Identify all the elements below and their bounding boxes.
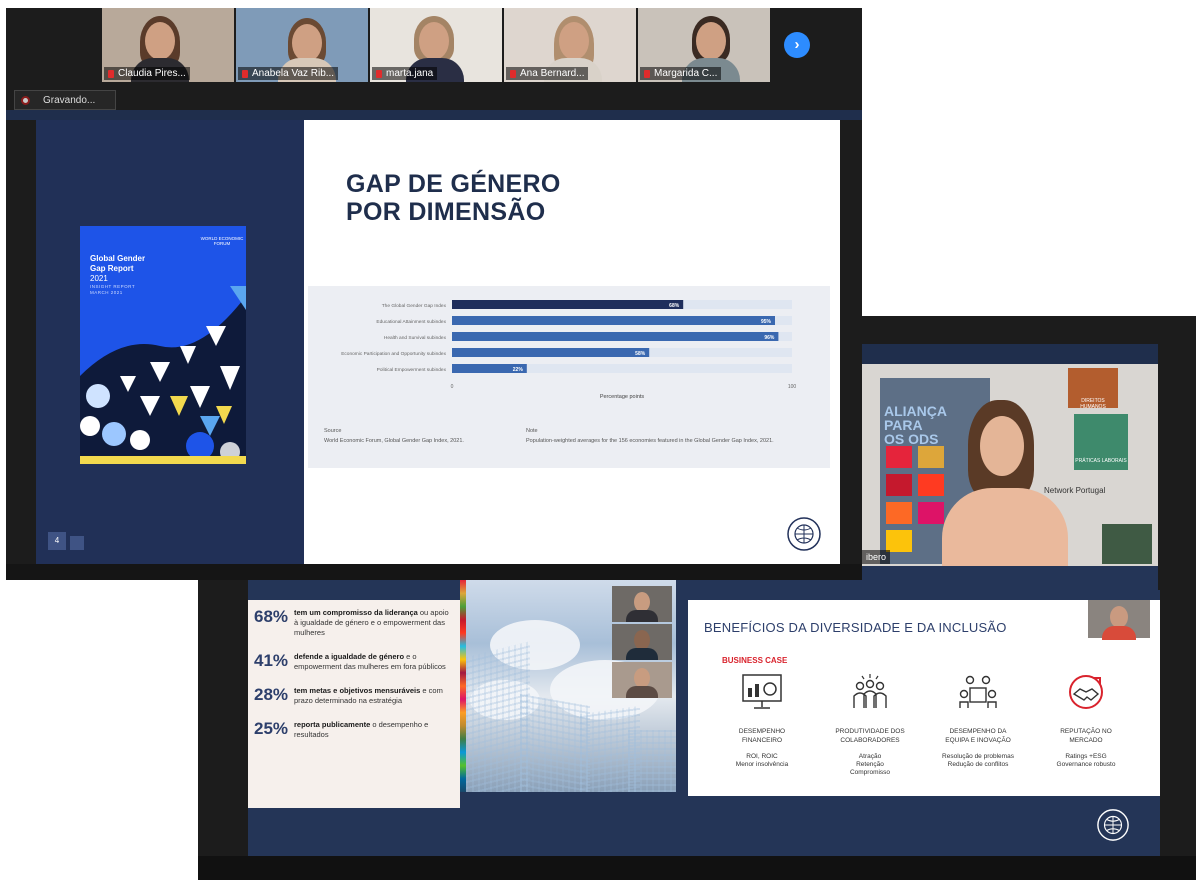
un-global-compact-logo <box>1097 809 1129 841</box>
participant-thumbnail[interactable] <box>1088 600 1150 640</box>
speaker-name-tag: ibero <box>862 550 891 564</box>
video-footer-band <box>858 566 1158 590</box>
wall-sign: PRÁTICAS LABORAIS <box>1074 414 1128 470</box>
data-label: 68% <box>669 303 680 309</box>
x-tick-label: 100 <box>788 384 797 390</box>
window-bottom-bar <box>198 856 1196 880</box>
page-number: 4 <box>48 532 66 550</box>
next-participants-button[interactable]: › <box>784 32 810 58</box>
source-text: World Economic Forum, Global Gender Gap … <box>324 438 464 444</box>
benefit-financial: DESEMPENHO FINANCEIRO ROI, ROIC Menor inso… <box>716 672 808 769</box>
participant-name: marta.jana <box>372 67 438 80</box>
participant-tile[interactable]: Claudia Pires... <box>102 8 234 82</box>
chart-svg: The Global Gender Gap Index 68% Educationa… <box>341 300 797 400</box>
bar <box>452 332 779 341</box>
benefit-team-innovation: DESEMPENHO DA EQUIPA E INOVAÇÃO Resolução… <box>932 672 1024 769</box>
participant-tile[interactable]: Margarida C... <box>638 8 770 82</box>
gender-gap-chart: The Global Gender Gap Index 68% Educationa… <box>308 286 830 468</box>
benefits-slide: BENEFÍCIOS DA DIVERSIDADE E DA INCLUSÃO … <box>688 600 1160 796</box>
recording-label: Gravando... <box>43 95 96 106</box>
stats-panel: 68% tem um compromisso da liderança ou a… <box>248 600 460 808</box>
business-case-label: BUSINESS CASE <box>722 656 788 665</box>
data-label: 95% <box>761 319 772 325</box>
participant-strip: Claudia Pires... Anabela Vaz Rib... mart… <box>102 8 802 82</box>
stat-description: defende a igualdade de género e o empowe… <box>294 652 446 671</box>
stat-item: 25% reporta publicamente o desempenho e … <box>254 720 454 740</box>
report-cover: WORLD ECONOMIC FORUM Global Gender Gap R… <box>80 226 246 464</box>
cover-pattern-graphic <box>80 286 246 464</box>
window-bottom-bar <box>6 564 862 580</box>
stat-percentage: 41% <box>254 651 289 670</box>
benefit-productivity: PRODUTIVIDADE DOS COLABORADORES Atração Re… <box>824 672 916 777</box>
data-label: 96% <box>764 335 775 341</box>
page-indicator <box>70 536 84 550</box>
note-label: Note <box>526 428 538 434</box>
un-global-compact-logo <box>787 517 821 551</box>
stat-percentage: 68% <box>254 607 289 626</box>
speaker-video-window: ALIANÇA PARA OS ODS DIREITOS HUMANOS PRÁ… <box>858 316 1196 590</box>
participant-name: Margarida C... <box>640 67 722 80</box>
benefits-title: BENEFÍCIOS DA DIVERSIDADE E DA INCLUSÃO <box>704 620 1007 635</box>
participant-name: Anabela Vaz Rib... <box>238 67 339 80</box>
stat-percentage: 28% <box>254 685 289 704</box>
team-icon <box>853 674 887 708</box>
participant-thumbnail[interactable] <box>612 624 672 660</box>
shared-screen-window-front: Claudia Pires... Anabela Vaz Rib... mart… <box>6 8 862 580</box>
stat-description: tem metas e objetivos mensuráveis e com … <box>294 686 443 705</box>
speaker-video-feed[interactable]: ALIANÇA PARA OS ODS DIREITOS HUMANOS PRÁ… <box>862 364 1158 566</box>
bar <box>452 300 684 309</box>
slide-left-panel: WORLD ECONOMIC FORUM Global Gender Gap R… <box>36 120 304 564</box>
stat-description: reporta publicamente o desempenho e resu… <box>294 720 429 739</box>
wall-sign: DIREITOS HUMANOS <box>1068 368 1118 410</box>
record-icon <box>21 96 30 105</box>
category-label: Economic Participation and Opportunity s… <box>341 351 446 357</box>
participant-thumbnail[interactable] <box>612 586 672 622</box>
x-tick-label: 0 <box>451 384 454 390</box>
stat-percentage: 25% <box>254 719 289 738</box>
data-label: 58% <box>635 351 646 357</box>
participant-tile[interactable]: marta.jana <box>370 8 502 82</box>
recording-indicator[interactable]: Gravando... <box>14 90 116 110</box>
presentation-slide: WORLD ECONOMIC FORUM Global Gender Gap R… <box>36 120 840 564</box>
participant-name: Ana Bernard... <box>506 67 589 80</box>
category-label: Political Empowerment subindex <box>377 367 447 373</box>
bar <box>452 316 775 325</box>
monitor-chart-icon <box>742 674 782 709</box>
video-header-band <box>858 344 1158 364</box>
participant-thumbnail[interactable] <box>612 662 672 698</box>
participant-tile[interactable]: Anabela Vaz Rib... <box>236 8 368 82</box>
participant-name: Claudia Pires... <box>104 67 190 80</box>
note-text: Population-weighted averages for the 156… <box>526 438 774 444</box>
source-label: Source <box>324 428 342 434</box>
slide-title: GAP DE GÉNERO POR DIMENSÃO <box>346 170 561 226</box>
wall-text: Network Portugal <box>1044 486 1106 495</box>
slide-header-band <box>6 110 862 120</box>
category-label: The Global Gender Gap Index <box>382 303 447 309</box>
stat-item: 28% tem metas e objetivos mensuráveis e … <box>254 686 454 706</box>
data-label: 22% <box>513 367 524 373</box>
wef-logo-text: WORLD ECONOMIC FORUM <box>200 236 244 246</box>
bar <box>452 348 650 357</box>
sdg-color-strip <box>460 580 466 792</box>
slide-content: GAP DE GÉNERO POR DIMENSÃO The Global Ge… <box>304 120 840 564</box>
stat-description: tem um compromisso da liderança ou apoio… <box>294 608 449 637</box>
category-label: Educational Attainment subindex <box>376 319 446 325</box>
stat-item: 68% tem um compromisso da liderança ou a… <box>254 608 454 638</box>
participant-tile[interactable]: Ana Bernard... <box>504 8 636 82</box>
category-label: Health and Survival subindex <box>384 335 447 341</box>
handshake-icon <box>1069 675 1103 709</box>
x-axis-label: Percentage points <box>600 394 645 400</box>
meeting-icon <box>959 675 997 708</box>
benefit-reputation: REPUTAÇÃO NO MERCADO Ratings +ESG Governan… <box>1040 672 1132 769</box>
stat-item: 41% defende a igualdade de género e o em… <box>254 652 454 672</box>
